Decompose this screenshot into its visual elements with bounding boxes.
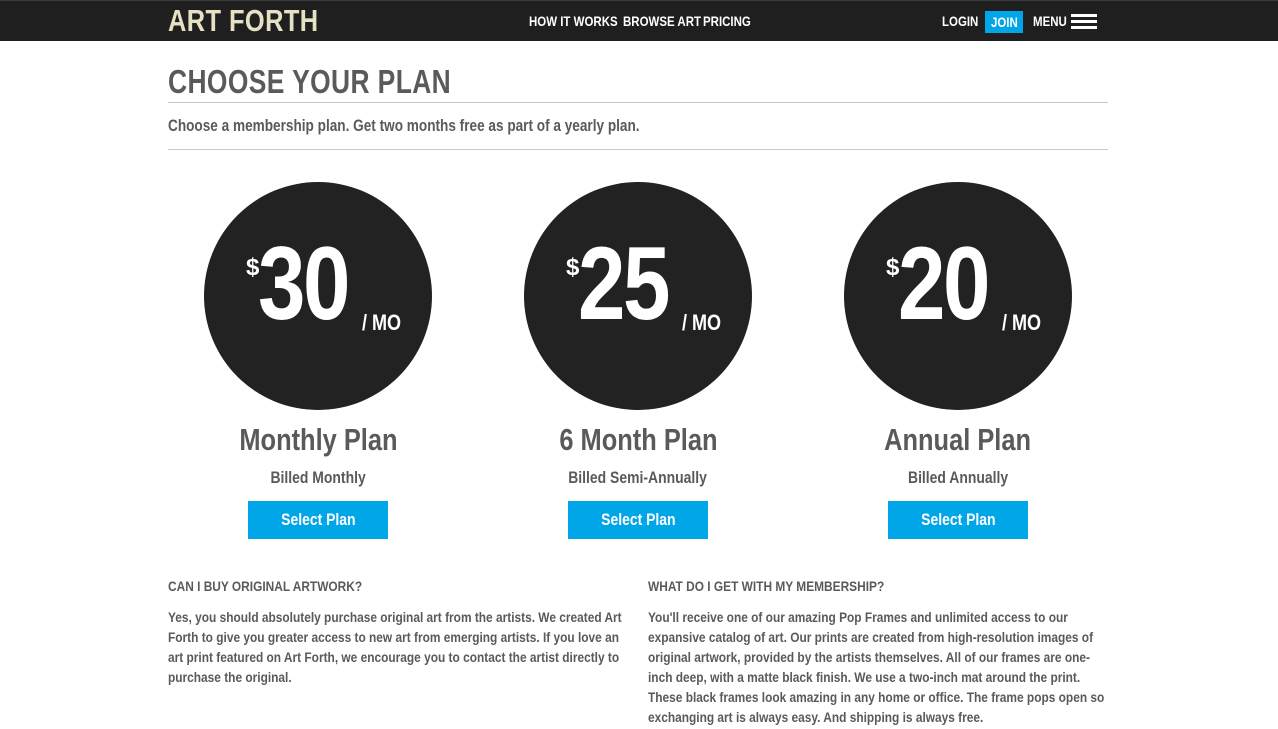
select-plan-6-month-button[interactable]: Select Plan <box>568 501 708 539</box>
top-nav-bar: ART FORTH HOW IT WORKS BROWSE ART PRICIN… <box>0 0 1278 41</box>
faq-question: WHAT DO I GET WITH MY MEMBERSHIP? <box>648 578 885 594</box>
login-link[interactable]: LOGIN <box>942 13 978 29</box>
plan-name: Monthly Plan <box>168 422 468 458</box>
title-divider <box>168 102 1108 103</box>
select-plan-label: Select Plan <box>920 510 996 529</box>
plan-billing: Billed Monthly <box>168 468 468 488</box>
nav-link-how-it-works[interactable]: HOW IT WORKS <box>529 13 618 29</box>
join-button[interactable]: JOIN <box>985 11 1023 33</box>
plan-billing: Billed Semi-Annually <box>488 468 788 488</box>
price-circle: $ 20 / MO <box>844 182 1072 410</box>
select-plan-monthly-button[interactable]: Select Plan <box>248 501 388 539</box>
hamburger-icon[interactable] <box>1071 14 1097 30</box>
select-plan-label: Select Plan <box>600 510 676 529</box>
plan-name-text: 6 Month Plan <box>558 422 718 457</box>
plan-name: Annual Plan <box>808 422 1108 458</box>
plan-billing-text: Billed Monthly <box>270 468 366 487</box>
page-title: CHOOSE YOUR PLAN <box>168 63 452 100</box>
price-period: / MO <box>682 310 722 335</box>
plan-name-text: Annual Plan <box>884 422 1032 457</box>
menu-link[interactable]: MENU <box>1033 13 1067 29</box>
faq-original-artwork: CAN I BUY ORIGINAL ARTWORK? Yes, you sho… <box>168 578 638 687</box>
price-period: / MO <box>1002 310 1042 335</box>
plan-name-text: Monthly Plan <box>238 422 398 457</box>
faq-answer: You'll receive one of our amazing Pop Fr… <box>648 609 1105 725</box>
price-amount: 30 <box>258 226 350 342</box>
select-plan-annual-button[interactable]: Select Plan <box>888 501 1028 539</box>
faq-question: CAN I BUY ORIGINAL ARTWORK? <box>168 578 363 594</box>
join-button-label: JOIN <box>990 14 1018 30</box>
plan-billing-text: Billed Semi-Annually <box>568 468 708 487</box>
plan-billing-text: Billed Annually <box>907 468 1009 487</box>
select-plan-label: Select Plan <box>280 510 356 529</box>
price-circle: $ 30 / MO <box>204 182 432 410</box>
nav-link-pricing[interactable]: PRICING <box>703 13 751 29</box>
plan-name: 6 Month Plan <box>488 422 788 458</box>
plan-billing: Billed Annually <box>808 468 1108 488</box>
price-amount: 20 <box>898 226 990 342</box>
price-period: / MO <box>362 310 402 335</box>
logo[interactable]: ART FORTH <box>168 3 319 39</box>
nav-link-browse-art[interactable]: BROWSE ART <box>623 13 701 29</box>
page-subtitle: Choose a membership plan. Get two months… <box>168 116 640 135</box>
faq-membership: WHAT DO I GET WITH MY MEMBERSHIP? You'll… <box>648 578 1118 727</box>
price-circle: $ 25 / MO <box>524 182 752 410</box>
faq-answer: Yes, you should absolutely purchase orig… <box>168 609 622 685</box>
price-amount: 25 <box>578 226 670 342</box>
subtitle-divider <box>168 149 1108 150</box>
